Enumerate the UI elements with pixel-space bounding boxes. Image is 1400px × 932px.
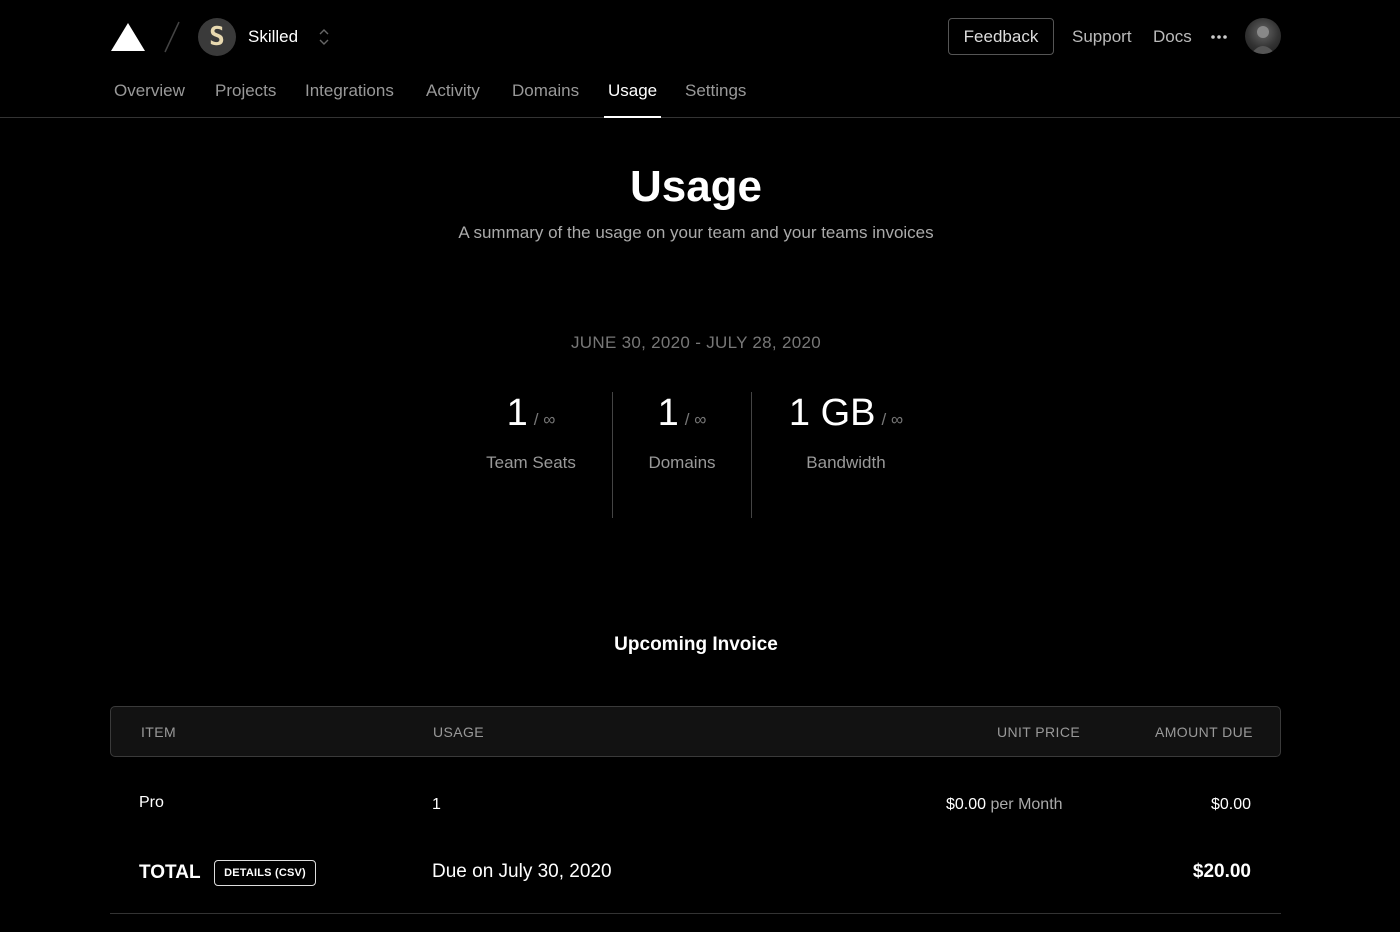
stat-bandwidth: 1 GB / ∞ Bandwidth — [772, 392, 920, 518]
column-header-amount-due: AMOUNT DUE — [1155, 724, 1253, 740]
total-label: TOTAL — [139, 862, 201, 883]
user-avatar-photo-icon — [1251, 26, 1275, 54]
due-date-text: Due on July 30, 2020 — [432, 861, 612, 882]
details-csv-button[interactable]: DETAILS (CSV) — [214, 860, 316, 886]
stat-limit: / ∞ — [684, 410, 707, 429]
page-subtitle: A summary of the usage on your team and … — [458, 223, 934, 242]
tab-usage[interactable]: Usage — [604, 81, 662, 118]
stat-value: 1 — [657, 392, 679, 434]
stat-team-seats: 1 / ∞ Team Seats — [476, 392, 586, 518]
invoice-title: Upcoming Invoice — [614, 634, 778, 655]
tab-settings[interactable]: Settings — [685, 81, 746, 118]
vercel-logo-icon[interactable] — [110, 22, 146, 52]
column-header-unit-price: UNIT PRICE — [997, 724, 1081, 740]
table-bottom-divider — [110, 913, 1281, 914]
billing-period: JUNE 30, 2020 - JULY 28, 2020 — [571, 333, 821, 352]
team-name[interactable]: Skilled — [248, 27, 298, 47]
stat-label: Domains — [648, 453, 716, 472]
row-unit-price-value: $0.00 — [946, 796, 987, 813]
column-header-item: ITEM — [141, 724, 177, 740]
tab-activity[interactable]: Activity — [426, 81, 480, 118]
page-title: Usage — [629, 162, 763, 211]
tab-projects[interactable]: Projects — [215, 81, 276, 118]
team-avatar[interactable]: S — [198, 18, 236, 56]
row-usage: 1 — [432, 796, 441, 813]
row-item: Pro — [139, 794, 164, 811]
stat-domains: 1 / ∞ Domains — [632, 392, 732, 518]
row-unit-price-period: per Month — [990, 796, 1063, 813]
breadcrumb-slash-icon — [164, 21, 180, 53]
invoice-table-header: ITEM USAGE UNIT PRICE AMOUNT DUE — [110, 706, 1281, 757]
row-amount: $0.00 — [1210, 796, 1251, 813]
row-unit-price: $0.00 per Month — [946, 796, 1063, 814]
docs-link[interactable]: Docs — [1153, 27, 1192, 47]
team-switcher-chevron-icon[interactable] — [317, 27, 331, 47]
tab-domains[interactable]: Domains — [512, 81, 579, 118]
stat-value: 1 GB — [788, 392, 876, 434]
stat-label: Bandwidth — [806, 453, 886, 472]
top-bar: S Skilled Feedback Support Docs — [0, 0, 1400, 74]
tab-bar: Overview Projects Integrations Activity … — [0, 74, 1400, 118]
column-header-usage: USAGE — [433, 724, 485, 740]
stat-limit: / ∞ — [533, 410, 556, 429]
user-avatar[interactable] — [1245, 18, 1281, 54]
stat-divider — [751, 392, 752, 518]
stat-label: Team Seats — [486, 453, 576, 472]
team-avatar-initial: S — [209, 22, 225, 52]
tab-integrations[interactable]: Integrations — [305, 81, 394, 118]
tab-overview[interactable]: Overview — [114, 81, 185, 118]
stat-limit: / ∞ — [881, 410, 904, 429]
feedback-button[interactable]: Feedback — [948, 18, 1054, 55]
stat-divider — [612, 392, 613, 518]
support-link[interactable]: Support — [1072, 27, 1132, 47]
stat-value: 1 — [506, 392, 528, 434]
more-options-icon[interactable] — [1210, 28, 1228, 46]
total-amount: $20.00 — [1192, 861, 1251, 882]
